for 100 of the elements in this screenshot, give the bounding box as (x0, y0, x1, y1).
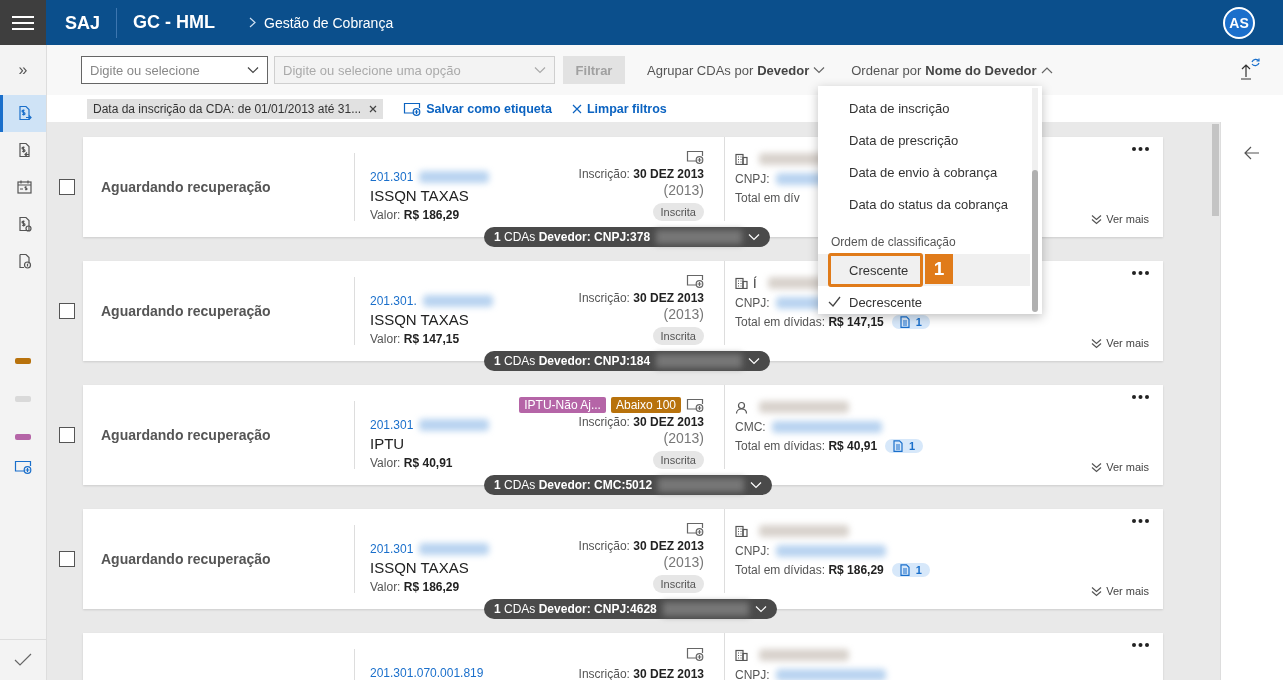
document-icon (899, 563, 910, 576)
clear-filters-link[interactable]: Limpar filtros (571, 101, 667, 116)
more-options-button[interactable] (1132, 271, 1149, 275)
cda-number-link[interactable]: 201.301.070.001.819 (370, 665, 484, 680)
breadcrumb[interactable]: Gestão de Cobrança (264, 14, 394, 31)
group-by-dropdown[interactable]: Agrupar CDAs por Devedor (647, 62, 826, 78)
more-icon (1132, 147, 1149, 151)
year-text: (2013) (663, 182, 704, 199)
sidebar-item[interactable] (0, 95, 46, 132)
total-debt: Total em dívidas: R$ 40,91 (735, 438, 878, 453)
user-avatar[interactable]: AS (1223, 6, 1255, 39)
chevron-icon (1040, 66, 1053, 74)
double-chevron-icon (1091, 585, 1103, 597)
more-icon (1132, 271, 1149, 275)
save-label-link[interactable]: Salvar como etiqueta (403, 101, 552, 116)
menu-item[interactable]: Data de inscrição (818, 92, 1030, 124)
menu-item[interactable]: Data de envio à cobrança (818, 156, 1030, 188)
redacted-text (419, 542, 490, 555)
group-pill[interactable]: 1 CDAs Devedor: CNPJ:378 (484, 227, 771, 247)
expand-button[interactable]: » (0, 45, 46, 95)
year-text: (2013) (663, 430, 704, 447)
tag-add-icon (686, 397, 704, 412)
value-text: Valor: R$ 147,15 (370, 331, 460, 346)
building-icon (735, 153, 748, 165)
document-count-badge: 1 (885, 438, 924, 453)
checkbox[interactable] (59, 179, 75, 195)
scrollbar[interactable] (1211, 124, 1219, 216)
check-icon (828, 296, 841, 307)
status-text: Aguardando recuperação (101, 551, 271, 567)
group-pill[interactable]: 1 CDAs Devedor: CNPJ:184 (484, 351, 771, 371)
check-icon (14, 653, 32, 667)
more-icon (1132, 395, 1149, 399)
back-arrow-icon (1244, 146, 1260, 160)
close-icon (571, 103, 582, 114)
menu-button[interactable] (0, 0, 46, 45)
tag-add-icon (14, 460, 32, 474)
file-dollar-icon (16, 142, 33, 159)
cda-number-link[interactable]: 201.301 (370, 541, 414, 556)
menu-item[interactable]: Data do status da cobrança (818, 188, 1030, 220)
status-text: Aguardando recuperação (101, 427, 271, 443)
select-field[interactable]: Digite ou selecione (81, 56, 268, 84)
status-chip: Inscrita (652, 203, 704, 221)
chevron-icon (534, 66, 546, 74)
upload-refresh-icon (1239, 56, 1261, 81)
step-badge: 1 (925, 254, 953, 284)
module-name: GC - HML (133, 12, 215, 33)
tax-type: ISSQN TAXAS (370, 187, 469, 204)
calendar-dollar-icon (16, 179, 33, 196)
see-more-button[interactable]: Ver mais (1091, 461, 1149, 473)
tag-label: IPTU-Não Aj... (519, 396, 606, 413)
tag-add-icon (686, 149, 704, 164)
total-debt: Total em dív (735, 190, 800, 205)
more-options-button[interactable] (1132, 519, 1149, 523)
more-options-button[interactable] (1132, 643, 1149, 647)
building-icon (735, 649, 748, 661)
checkbox[interactable] (59, 303, 75, 319)
more-icon (1132, 519, 1149, 523)
inscription-date: Inscrição: 30 DEZ 2013 (578, 414, 704, 429)
tag-label: Abaixo 100 (610, 396, 681, 413)
checkbox[interactable] (59, 551, 75, 567)
chevron-icon (754, 605, 767, 613)
more-icon (1132, 643, 1149, 647)
scrollbar[interactable] (1032, 170, 1038, 312)
group-pill[interactable]: 1 CDAs Devedor: CNPJ:4628 (484, 599, 777, 619)
checkbox[interactable] (59, 427, 75, 443)
filter-chip[interactable]: Data da inscrição da CDA: de 01/01/2013 até 31... (87, 98, 384, 119)
menu-item[interactable]: Crescente 1 (818, 254, 1030, 286)
app-name: SAJ (65, 7, 117, 38)
document-icon (899, 315, 910, 328)
sort-by-dropdown[interactable]: Ordenar por Nome do Devedor (851, 62, 1053, 78)
see-more-button[interactable]: Ver mais (1091, 585, 1149, 597)
cda-number-link[interactable]: 201.301 (370, 169, 414, 184)
chevron-icon (748, 357, 761, 365)
year-text: (2013) (663, 554, 704, 571)
person-icon (735, 400, 748, 414)
inscription-date: Inscrição: 30 DEZ 2013 (578, 666, 704, 680)
more-options-button[interactable] (1132, 147, 1149, 151)
document-count-badge: 1 (891, 314, 930, 329)
back-button[interactable] (1244, 146, 1260, 160)
status-chip: Inscrita (652, 327, 704, 345)
cda-number-link[interactable]: 201.301. (370, 293, 417, 308)
see-more-button[interactable]: Ver mais (1091, 337, 1149, 349)
file-info-icon (16, 253, 33, 270)
year-text: (2013) (663, 306, 704, 323)
chevron-icon (750, 481, 763, 489)
id-label: CNPJ: (735, 171, 770, 186)
redacted-text (422, 294, 493, 307)
value-text: Valor: R$ 40,91 (370, 455, 453, 470)
status-text: Aguardando recuperação (101, 303, 271, 319)
group-pill[interactable]: 1 CDAs Devedor: CMC:5012 (484, 475, 773, 495)
close-icon (369, 104, 378, 113)
cda-number-link[interactable]: 201.301 (370, 417, 414, 432)
chevron-icon (748, 233, 761, 241)
id-label: CNPJ: (735, 295, 770, 310)
redacted-text (419, 418, 490, 431)
menu-item[interactable]: Data de prescrição (818, 124, 1030, 156)
chevron-icon (249, 17, 256, 28)
more-options-button[interactable] (1132, 395, 1149, 399)
see-more-button[interactable]: Ver mais (1091, 213, 1149, 225)
chevron-icon (247, 66, 259, 74)
